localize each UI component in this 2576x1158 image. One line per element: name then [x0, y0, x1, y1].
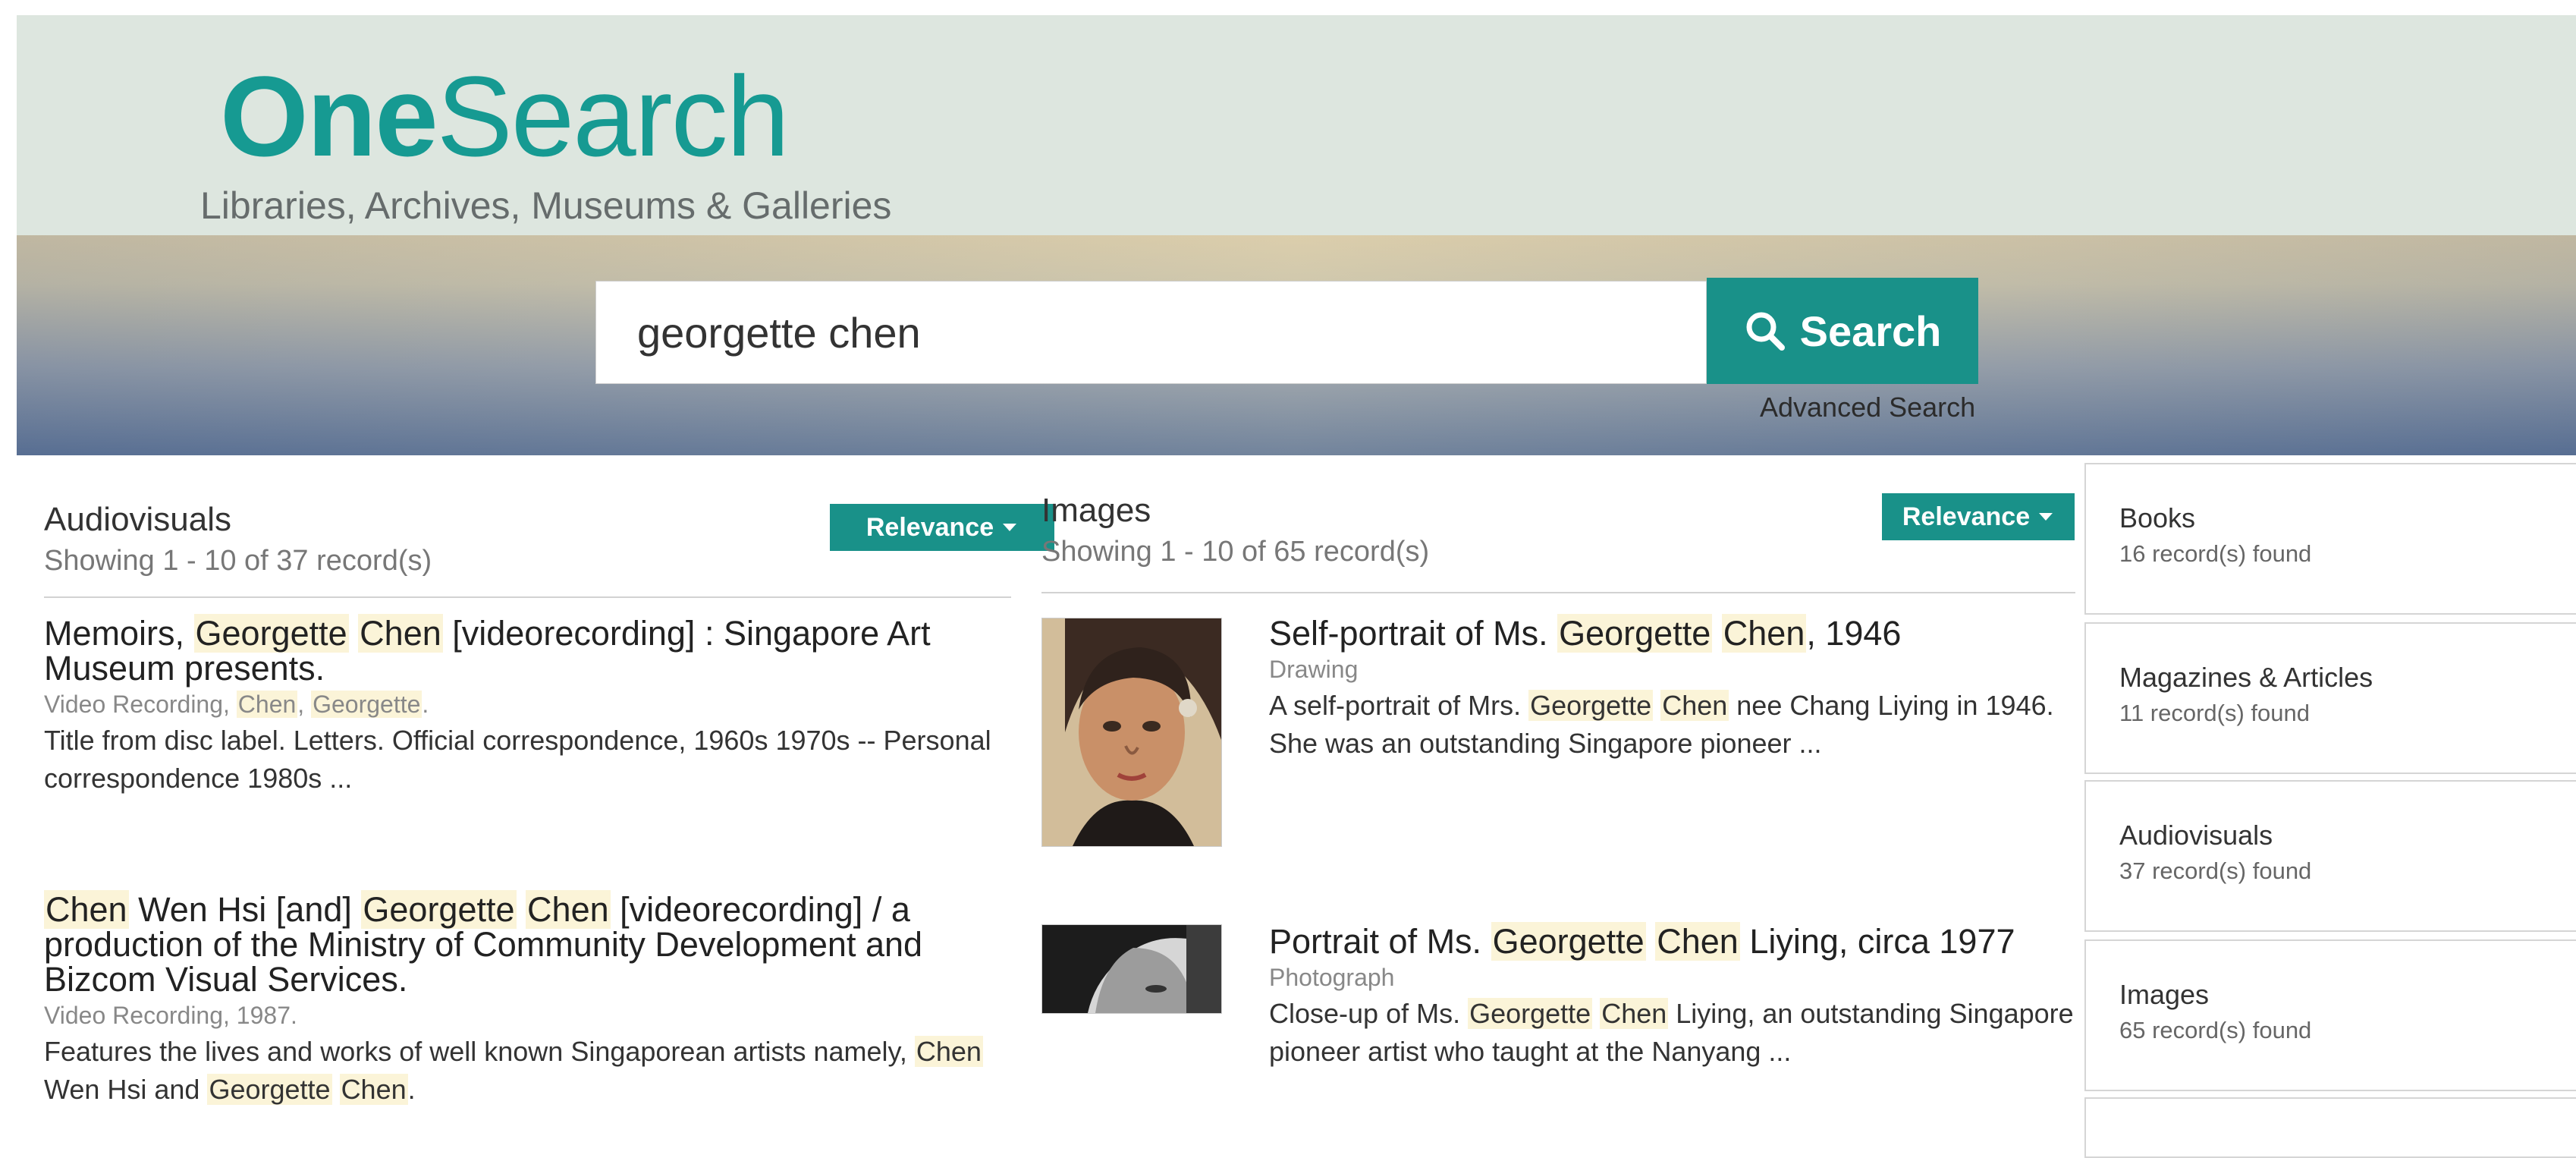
onesearch-logo[interactable]: OneSearch	[220, 59, 790, 173]
category-count: 65 record(s) found	[2119, 1017, 2312, 1043]
advanced-search-link[interactable]: Advanced Search	[1760, 392, 1975, 423]
result-item[interactable]: Self-portrait of Ms. Georgette Chen, 194…	[1269, 614, 2075, 763]
sort-label: Relevance	[1902, 502, 2031, 531]
result-title[interactable]: Self-portrait of Ms. Georgette Chen, 194…	[1269, 614, 2075, 653]
search-icon	[1746, 312, 1785, 351]
result-type: Drawing	[1269, 656, 1359, 683]
result-title[interactable]: Portrait of Ms. Georgette Chen Liying, c…	[1269, 922, 2075, 961]
search-button[interactable]: Search	[1707, 278, 1978, 384]
result-description: Title from disc label. Letters. Official…	[44, 725, 991, 794]
category-label: Audiovisuals	[2119, 820, 2273, 851]
record-count: Showing 1 - 10 of 65 record(s)	[1041, 536, 1430, 568]
column-title: Images	[1041, 492, 1151, 529]
site-header: OneSearch Libraries, Archives, Museums &…	[17, 15, 2576, 235]
result-thumbnail[interactable]	[1041, 924, 1222, 1014]
result-description: A self-portrait of Mrs. Georgette Chen n…	[1269, 690, 2054, 759]
result-thumbnail[interactable]	[1041, 618, 1222, 847]
portrait-photograph-image	[1042, 925, 1221, 1013]
result-item[interactable]: Memoirs, Georgette Chen [videorecording]…	[44, 614, 1011, 798]
result-title[interactable]: Chen Wen Hsi [and] Georgette Chen [video…	[44, 890, 1011, 997]
result-description: Close-up of Ms. Georgette Chen Liying, a…	[1269, 998, 2074, 1067]
logo-brand-bold: One	[220, 52, 438, 180]
search-button-label: Search	[1799, 307, 1942, 355]
logo-brand-regular: Search	[436, 52, 790, 180]
category-card-magazines[interactable]: Magazines & Articles 11 record(s) found	[2084, 622, 2576, 774]
category-label: Books	[2119, 502, 2196, 533]
category-count: 16 record(s) found	[2119, 540, 2312, 567]
category-count: 11 record(s) found	[2119, 700, 2310, 726]
logo-tagline: Libraries, Archives, Museums & Galleries	[200, 184, 892, 227]
column-title: Audiovisuals	[44, 501, 232, 538]
result-description: Features the lives and works of well kno…	[44, 1036, 983, 1105]
result-type: Video Recording, Chen, Georgette.	[44, 691, 429, 718]
portrait-painting-image	[1042, 618, 1221, 846]
result-item[interactable]: Chen Wen Hsi [and] Georgette Chen [video…	[44, 890, 1011, 1109]
result-type: Photograph	[1269, 964, 1395, 991]
caret-down-icon	[1003, 524, 1017, 531]
sort-relevance-dropdown[interactable]: Relevance	[830, 504, 1054, 551]
category-card-books[interactable]: Books 16 record(s) found	[2084, 463, 2576, 615]
sort-relevance-dropdown[interactable]: Relevance	[1882, 493, 2075, 540]
column-divider	[44, 596, 1011, 598]
category-label: Magazines & Articles	[2119, 662, 2373, 693]
category-card-images[interactable]: Images 65 record(s) found	[2084, 939, 2576, 1091]
category-card-next[interactable]	[2084, 1097, 2576, 1158]
category-card-audiovisuals[interactable]: Audiovisuals 37 record(s) found	[2084, 780, 2576, 932]
result-item[interactable]: Portrait of Ms. Georgette Chen Liying, c…	[1269, 922, 2075, 1071]
search-input[interactable]	[595, 281, 1707, 384]
result-type: Video Recording, 1987.	[44, 1002, 297, 1029]
column-divider	[1041, 592, 2075, 593]
sort-label: Relevance	[865, 512, 994, 542]
caret-down-icon	[2039, 513, 2053, 521]
result-title[interactable]: Memoirs, Georgette Chen [videorecording]…	[44, 614, 1011, 686]
record-count: Showing 1 - 10 of 37 record(s)	[44, 545, 432, 577]
logo-wordmark: OneSearch	[220, 59, 790, 173]
category-count: 37 record(s) found	[2119, 857, 2312, 884]
category-label: Images	[2119, 979, 2210, 1010]
